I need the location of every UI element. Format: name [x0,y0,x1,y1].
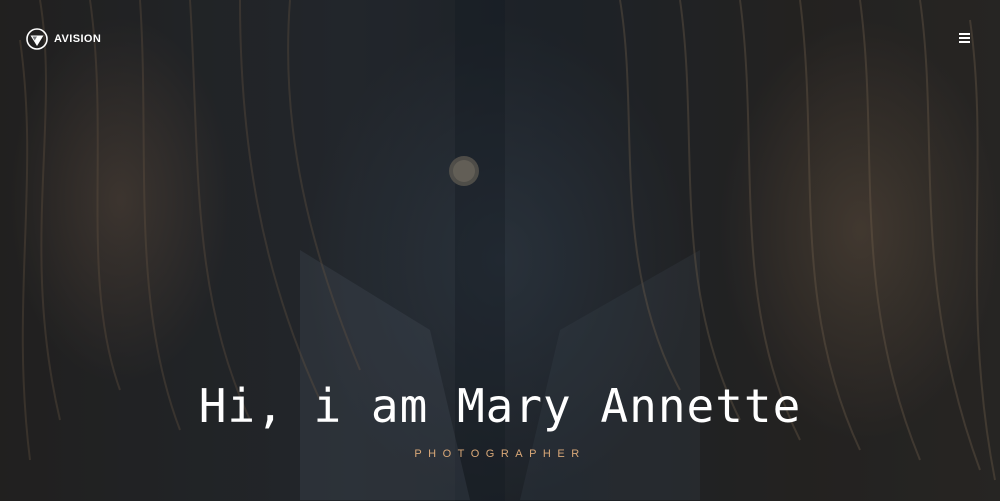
brand-link[interactable]: AVISION [26,28,101,50]
hero-title: Hi, i am Mary Annette [198,379,802,433]
hero-subtitle: PHOTOGRAPHER [414,448,586,460]
triangle-circle-logo-icon [26,28,48,50]
site-header: AVISION [0,0,1000,78]
brand-name: AVISION [54,33,102,45]
hero-content: Hi, i am Mary Annette PHOTOGRAPHER [0,378,1000,460]
hamburger-menu-icon[interactable] [959,33,970,43]
hero-section: AVISION Hi, i am Mary Annette PHOTOGRAPH… [0,0,1000,501]
